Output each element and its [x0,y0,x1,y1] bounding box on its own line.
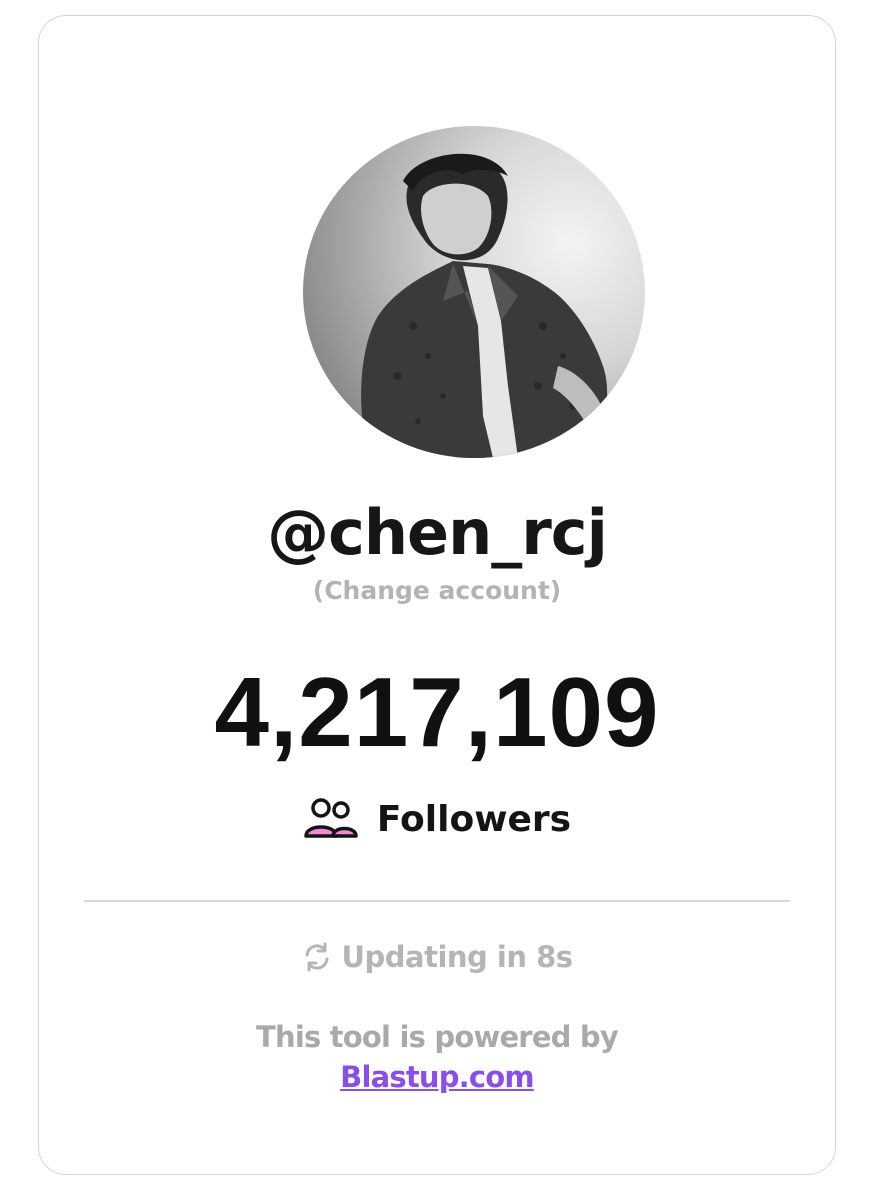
follower-count: 4,217,109 [214,657,660,767]
updating-text: Updating in 8s [341,940,573,974]
blastup-link[interactable]: Blastup.com [39,1060,835,1094]
update-status: Updating in 8s [39,940,835,974]
avatar [303,126,645,458]
change-account-link[interactable]: (Change account) [39,576,835,605]
refresh-icon [305,942,329,972]
profile-photo [361,153,608,458]
powered-by-text: This tool is powered by [256,1020,619,1054]
profile-card: @chen_rcj (Change account) 4,217,109 Fol… [38,15,836,1175]
users-icon [304,798,358,838]
divider [84,900,790,902]
followers-label: Followers [376,798,572,840]
followers-label-row: Followers [39,796,835,842]
username: @chen_rcj [267,496,608,569]
